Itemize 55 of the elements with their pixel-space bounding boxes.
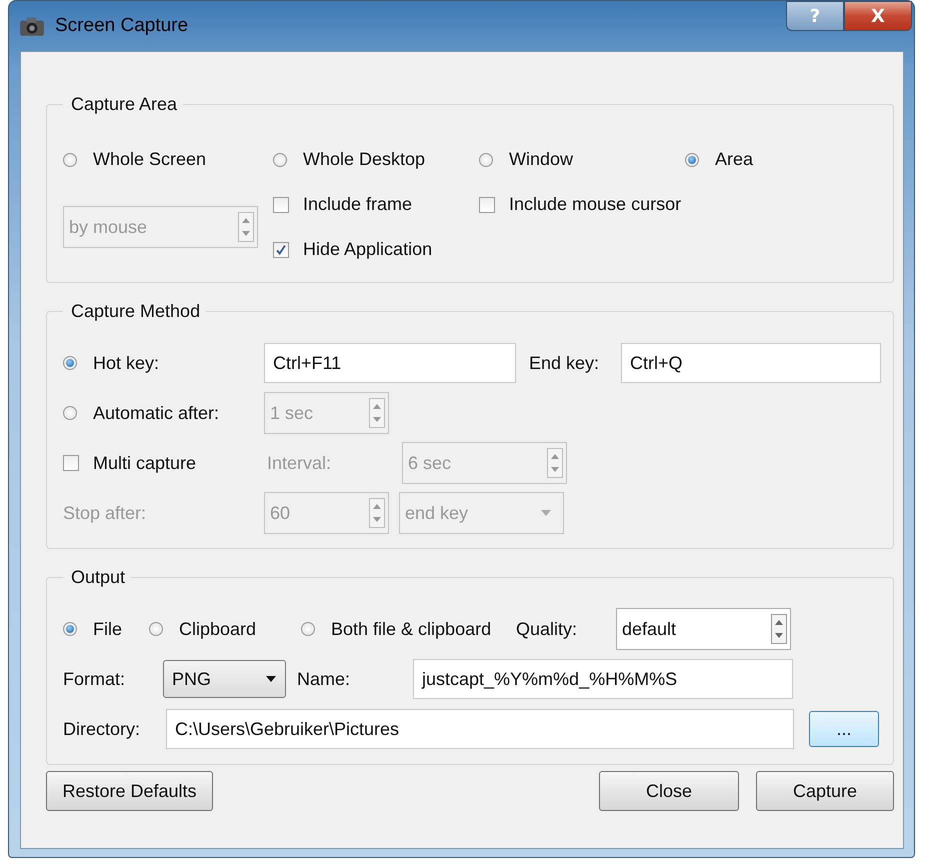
radio-button[interactable] [301,622,315,636]
dropdown[interactable]: PNG [163,660,286,698]
checkbox[interactable] [479,196,495,212]
radio-button[interactable] [685,152,699,166]
radio-button[interactable] [63,622,77,636]
checkbox[interactable] [273,242,289,258]
radio-option[interactable]: Whole Desktop [273,149,479,170]
spin-arrows-icon [369,498,385,528]
radio-button[interactable] [273,152,287,166]
text-field[interactable]: Ctrl+F11 [264,343,516,383]
field-label: End key: [529,352,600,374]
radio-button[interactable] [149,622,163,636]
checkbox-option[interactable]: Include mouse cursor [479,194,883,215]
radio-button[interactable] [63,152,77,166]
window-title: Screen Capture [55,15,188,37]
checkbox-option[interactable]: Multi capture [63,452,264,474]
spin-arrows-icon [238,212,254,242]
radio-option[interactable]: Hot key: [63,352,264,374]
field-label: Format: [63,668,126,690]
text-field[interactable]: justcapt_%Y%m%d_%H%M%S [413,659,793,699]
checkmark-icon [274,242,288,256]
group-title: Capture Area [70,94,178,115]
checkbox[interactable] [273,196,289,212]
field-label: Quality: [516,618,578,640]
window-close-button[interactable]: X [844,1,912,31]
radio-option[interactable]: Both file & clipboard [301,618,516,640]
camera-icon [19,15,45,37]
spin-arrows-icon [547,448,563,478]
dialog-button[interactable]: Restore Defaults [46,771,213,811]
field-label: Stop after: [63,502,148,524]
radio-button[interactable] [479,152,493,166]
spin-arrows-icon [369,398,385,428]
spin-arrows-icon [771,614,787,644]
text-field[interactable]: Ctrl+Q [621,343,881,383]
radio-option[interactable]: Clipboard [149,618,301,640]
field-label: Name: [297,668,352,690]
caret-icon [265,675,277,683]
caret-icon [540,509,552,517]
dialog-button[interactable]: Close [599,771,739,811]
radio-button[interactable] [63,356,77,370]
group-title: Capture Method [70,301,202,322]
dialog-button[interactable]: Capture [756,771,894,811]
field-label: Directory: [63,718,142,740]
radio-option[interactable]: Whole Screen [63,149,273,170]
browse-button[interactable]: ... [809,711,879,747]
checkbox[interactable] [63,455,79,471]
checkbox-option[interactable]: Hide Application [273,239,479,260]
text-field[interactable]: C:\Users\Gebruiker\Pictures [166,709,794,749]
radio-option[interactable]: Area [685,149,883,170]
radio-option[interactable]: Window [479,149,685,170]
field-label: Interval: [266,452,332,474]
group-title: Output [70,567,126,588]
radio-option[interactable]: File [63,618,149,640]
spin-box[interactable]: default [616,608,791,650]
checkbox-option[interactable]: Include frame [273,194,479,215]
